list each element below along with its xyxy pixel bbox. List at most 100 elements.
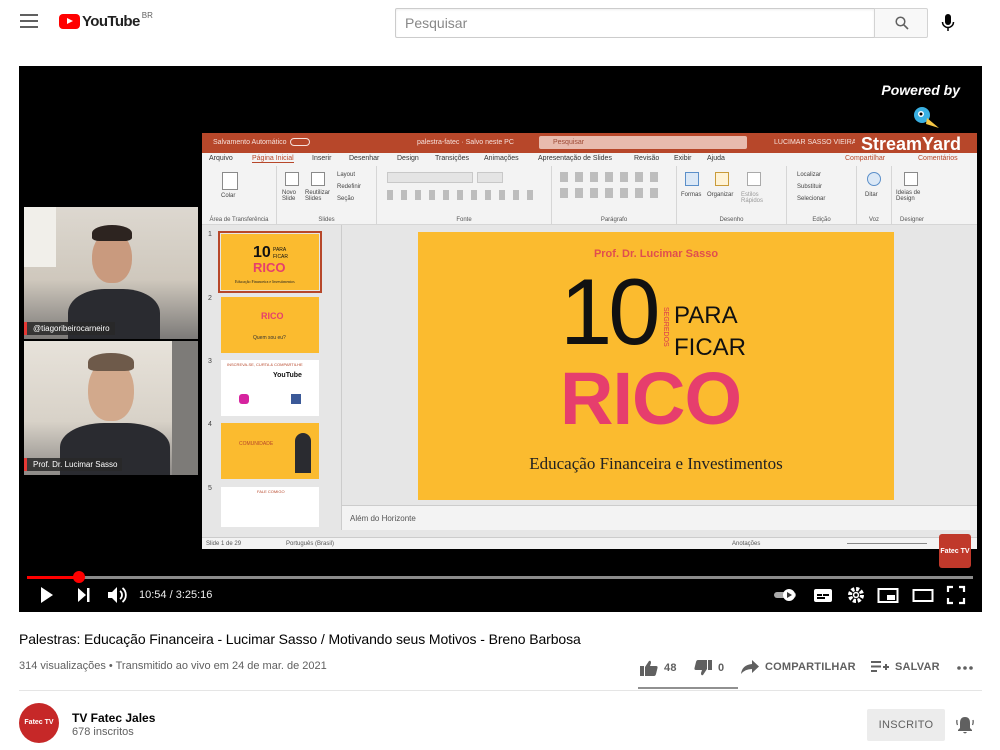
slide-subtitle: Educação Financeira e Investimentos [529,454,783,473]
slide-thumbnail-5[interactable]: FALE COMIGO [221,487,319,527]
slide-number: 2 [208,295,212,302]
next-icon[interactable] [76,585,92,605]
slide-number-10: 10 [560,259,661,364]
shelf [24,207,56,267]
font-size-box[interactable] [477,172,503,183]
scrubber-handle[interactable] [73,571,86,583]
paste-icon[interactable] [222,172,238,190]
slide-thumbnail-2[interactable]: RICO Quem sou eu? [221,297,319,353]
hair [92,225,132,241]
slide-canvas[interactable]: Prof. Dr. Lucimar Sasso 10 SEGREDOS PARA… [418,232,894,500]
font-format-buttons[interactable] [387,190,537,200]
tab-transicoes[interactable]: Transições [435,155,469,162]
like-button[interactable]: 48 [640,660,677,676]
like-count: 48 [664,662,677,674]
progress-bar[interactable] [27,571,973,583]
font-name-box[interactable] [387,172,473,183]
arrange-icon[interactable] [715,172,729,186]
tab-ajuda[interactable]: Ajuda [707,155,725,162]
paste-label: Colar [221,193,236,199]
list-buttons[interactable] [560,172,665,182]
tab-pagina-inicial[interactable]: Página Inicial [252,155,294,163]
select-button[interactable]: Selecionar [797,196,825,202]
fullscreen-icon[interactable] [946,585,966,605]
autoplay-toggle-icon[interactable] [773,585,799,605]
slide-thumbnail-1[interactable]: 10 PARA FICAR RICO Educação Financeira e… [218,231,322,293]
ppt-search-input[interactable]: Pesquisar [539,136,747,149]
search-button[interactable] [874,8,928,38]
more-options-icon[interactable] [957,666,973,670]
comments-button[interactable]: Comentários [918,155,958,162]
person-figure [295,433,311,473]
autosave-toggle[interactable] [290,138,310,146]
group-label: Área de Transferência [209,217,269,223]
microphone-icon[interactable] [940,13,956,33]
slide-number: 5 [208,485,212,492]
streamyard-mascot-icon [914,107,939,128]
divider [19,690,982,691]
volume-icon[interactable] [107,585,129,605]
channel-avatar[interactable]: Fatec TV [19,703,59,743]
new-slide-label: Novo Slide [282,190,297,202]
speaker-notes[interactable]: Além do Horizonte [342,505,977,530]
subtitles-icon[interactable] [813,585,833,605]
slide-thumbnail-4[interactable]: COMUNIDADE [221,423,319,479]
zoom-slider[interactable] [847,543,927,544]
tab-apresentacao[interactable]: Apresentação de Slides [538,155,612,162]
ppt-ribbon: Colar Área de Transferência Novo Slide R… [202,165,977,225]
slide-vertical-text: SEGREDOS [662,307,669,347]
quick-styles-icon[interactable] [747,172,761,186]
group-font: Fonte [377,166,552,224]
align-buttons[interactable] [560,188,665,198]
tab-design[interactable]: Design [397,155,419,162]
notes-toggle[interactable]: Anotações [732,541,760,547]
slide-thumbnail-3[interactable]: INSCREVA-SE, CURTA & COMPARTILHE YouTube [221,360,319,416]
slide-number: 4 [208,421,212,428]
ppt-user-name: LUCIMAR SASSO VIEIRA [774,139,857,146]
channel-name[interactable]: TV Fatec Jales [72,711,155,725]
design-ideas-icon[interactable] [904,172,918,186]
reset-button[interactable]: Redefinir [337,184,361,190]
reuse-slides-icon[interactable] [311,172,325,186]
doorframe [172,341,198,475]
search-input[interactable]: Pesquisar [395,8,875,38]
youtube-logo[interactable]: YouTube BR [59,11,153,30]
dictate-icon[interactable] [867,172,881,186]
theater-mode-icon[interactable] [912,585,934,605]
subscribed-button[interactable]: INSCRITO [867,709,945,741]
menu-icon[interactable] [20,14,38,30]
thumb-para: PARA [273,247,287,253]
tab-animacoes[interactable]: Animações [484,155,519,162]
tab-inserir[interactable]: Inserir [312,155,331,162]
replace-button[interactable]: Substituir [797,184,822,190]
fatec-tv-badge: Fatec TV [939,534,971,568]
new-slide-icon[interactable] [285,172,299,186]
thumb-rico: RICO [261,311,284,321]
play-icon[interactable] [39,585,55,605]
like-ratio-fill [638,687,738,689]
masthead: YouTube BR Pesquisar [0,0,1000,46]
tab-revisao[interactable]: Revisão [634,155,659,162]
thumbs-down-icon [694,660,712,676]
video-player[interactable]: Powered by @tiagoribeirocarneiro Prof. D… [19,66,982,612]
group-clipboard: Colar Área de Transferência [202,166,277,224]
share-button[interactable]: COMPARTILHAR [741,660,856,674]
share-button[interactable]: Compartilhar [845,155,885,162]
file-name: palestra-fatec · Salvo neste PC [417,139,514,146]
tab-exibir[interactable]: Exibir [674,155,692,162]
layout-button[interactable]: Layout [337,172,355,178]
dislike-button[interactable]: 0 [694,660,724,676]
notification-bell-icon[interactable] [956,715,974,735]
group-label: Fonte [456,217,472,223]
share-icon [741,660,759,674]
settings-gear-icon[interactable] [846,585,866,605]
section-button[interactable]: Seção [337,196,354,202]
find-button[interactable]: Localizar [797,172,821,178]
save-button[interactable]: SALVAR [871,660,940,674]
shapes-icon[interactable] [685,172,699,186]
tab-desenhar[interactable]: Desenhar [349,155,379,162]
subscriber-count: 678 inscritos [72,726,134,738]
tab-arquivo[interactable]: Arquivo [209,155,233,162]
miniplayer-icon[interactable] [877,585,899,605]
country-code: BR [141,11,153,20]
